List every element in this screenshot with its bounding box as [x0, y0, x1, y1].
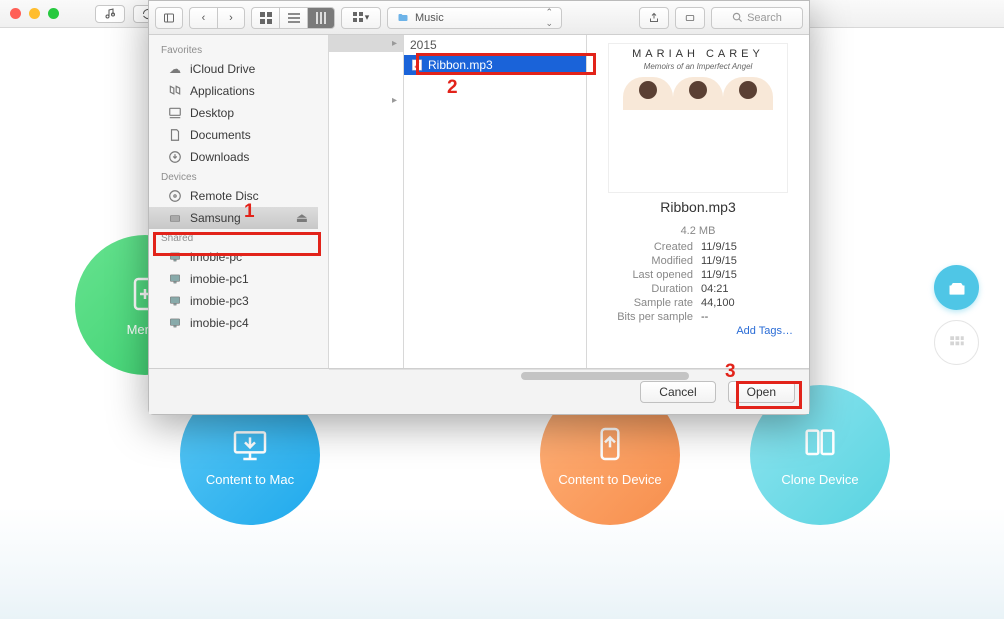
- chevron-right-icon: ▸: [392, 95, 397, 106]
- sidebar-item-downloads[interactable]: Downloads: [149, 146, 328, 168]
- music-button[interactable]: [95, 5, 125, 23]
- column-view-icon: [315, 12, 327, 24]
- back-button[interactable]: ‹: [189, 7, 217, 29]
- sidebar-item-imobie-pc[interactable]: imobie-pc: [149, 246, 328, 268]
- preview-size: 4.2 MB: [601, 225, 795, 237]
- zoom-dot[interactable]: [48, 8, 59, 19]
- tags-button[interactable]: [675, 7, 705, 29]
- content-to-mac-label: Content to Mac: [206, 472, 294, 487]
- folder-row[interactable]: ▸: [329, 92, 403, 109]
- share-button[interactable]: [639, 7, 669, 29]
- cancel-button[interactable]: Cancel: [640, 381, 715, 403]
- annotation-number-1: 1: [244, 201, 255, 223]
- sidebar-icon: [162, 12, 176, 24]
- annotation-number-3: 3: [725, 361, 736, 383]
- favorites-header: Favorites: [149, 41, 328, 58]
- to-mac-icon: [230, 424, 270, 464]
- grid-button[interactable]: [934, 320, 979, 365]
- forward-button[interactable]: ›: [217, 7, 245, 29]
- list-view-icon: [288, 12, 300, 24]
- open-file-dialog: ‹ › ▾ Music ⌃⌄ Search Favorites ☁iCloud …: [148, 0, 810, 415]
- display-icon: [167, 271, 183, 287]
- search-field[interactable]: Search: [711, 7, 803, 29]
- download-icon: [167, 149, 183, 165]
- column-browser: ▸ ▸ 2015 Ribbon.mp3 MARIAH CAREY Memoirs…: [329, 35, 809, 368]
- drive-icon: [167, 210, 183, 226]
- tag-icon: [683, 13, 697, 23]
- column-view-button[interactable]: [307, 7, 335, 29]
- album-art: MARIAH CAREY Memoirs of an Imperfect Ang…: [608, 43, 788, 193]
- nav-buttons: ‹ ›: [189, 7, 245, 29]
- preview-pane: MARIAH CAREY Memoirs of an Imperfect Ang…: [587, 35, 809, 368]
- dialog-toolbar: ‹ › ▾ Music ⌃⌄ Search: [149, 1, 809, 35]
- sidebar-item-imobie-pc3[interactable]: imobie-pc3: [149, 290, 328, 312]
- desktop-icon: [167, 105, 183, 121]
- column-2[interactable]: 2015 Ribbon.mp3: [404, 35, 587, 368]
- toolbox-button[interactable]: [934, 265, 979, 310]
- apps-icon: [167, 83, 183, 99]
- grid-icon: [948, 334, 966, 352]
- display-icon: [167, 315, 183, 331]
- toolbox-icon: [947, 278, 967, 298]
- sidebar: Favorites ☁iCloud Drive Applications Des…: [149, 35, 329, 368]
- path-dropdown[interactable]: Music ⌃⌄: [387, 7, 562, 29]
- list-view-button[interactable]: [279, 7, 307, 29]
- clone-device-label: Clone Device: [781, 472, 858, 487]
- sidebar-item-applications[interactable]: Applications: [149, 80, 328, 102]
- preview-meta: 4.2 MB Created11/9/15 Modified11/9/15 La…: [597, 225, 799, 323]
- doc-icon: [167, 127, 183, 143]
- search-icon: [732, 12, 743, 23]
- arrange-icon: [353, 12, 365, 24]
- album-title: Memoirs of an Imperfect Angel: [644, 62, 753, 71]
- mp3-file-icon: [410, 58, 424, 72]
- disc-icon: [167, 188, 183, 204]
- sidebar-toggle[interactable]: [155, 7, 183, 29]
- sidebar-item-imobie-pc4[interactable]: imobie-pc4: [149, 312, 328, 334]
- minimize-dot[interactable]: [29, 8, 40, 19]
- sidebar-item-documents[interactable]: Documents: [149, 124, 328, 146]
- clone-icon: [800, 424, 840, 464]
- to-device-icon: [590, 424, 630, 464]
- icon-view-button[interactable]: [251, 7, 279, 29]
- column-header: 2015: [404, 35, 586, 55]
- column-1[interactable]: ▸ ▸: [329, 35, 404, 368]
- folder-row[interactable]: ▸: [329, 35, 403, 52]
- content-to-device-label: Content to Device: [558, 472, 661, 487]
- sidebar-item-desktop[interactable]: Desktop: [149, 102, 328, 124]
- sidebar-item-remote-disc[interactable]: Remote Disc: [149, 185, 328, 207]
- sidebar-item-samsung[interactable]: Samsung⏏: [149, 207, 318, 229]
- dialog-footer: Cancel Open: [149, 368, 809, 414]
- file-label: Ribbon.mp3: [428, 58, 493, 72]
- file-row-ribbon[interactable]: Ribbon.mp3: [404, 55, 586, 75]
- path-label: Music: [415, 12, 444, 24]
- shared-header: Shared: [149, 229, 328, 246]
- folder-icon: [396, 12, 410, 24]
- view-mode-segment: [251, 7, 335, 29]
- close-dot[interactable]: [10, 8, 21, 19]
- annotation-number-2: 2: [447, 77, 458, 99]
- display-icon: [167, 293, 183, 309]
- sidebar-item-icloud[interactable]: ☁iCloud Drive: [149, 58, 328, 80]
- open-button[interactable]: Open: [728, 381, 795, 403]
- eject-icon[interactable]: ⏏: [296, 210, 308, 226]
- note-icon: [104, 8, 116, 20]
- grid-view-icon: [260, 12, 272, 24]
- search-placeholder: Search: [747, 12, 782, 24]
- arrange-button[interactable]: ▾: [341, 7, 381, 29]
- share-icon: [648, 12, 660, 24]
- preview-filename: Ribbon.mp3: [597, 199, 799, 215]
- devices-header: Devices: [149, 168, 328, 185]
- add-tags-link[interactable]: Add Tags…: [597, 325, 799, 337]
- scrollbar-horizontal[interactable]: [329, 369, 809, 381]
- sidebar-item-imobie-pc1[interactable]: imobie-pc1: [149, 268, 328, 290]
- album-artist: MARIAH CAREY: [632, 48, 764, 60]
- cloud-icon: ☁: [167, 61, 183, 77]
- display-icon: [167, 249, 183, 265]
- chevron-right-icon: ▸: [392, 38, 397, 49]
